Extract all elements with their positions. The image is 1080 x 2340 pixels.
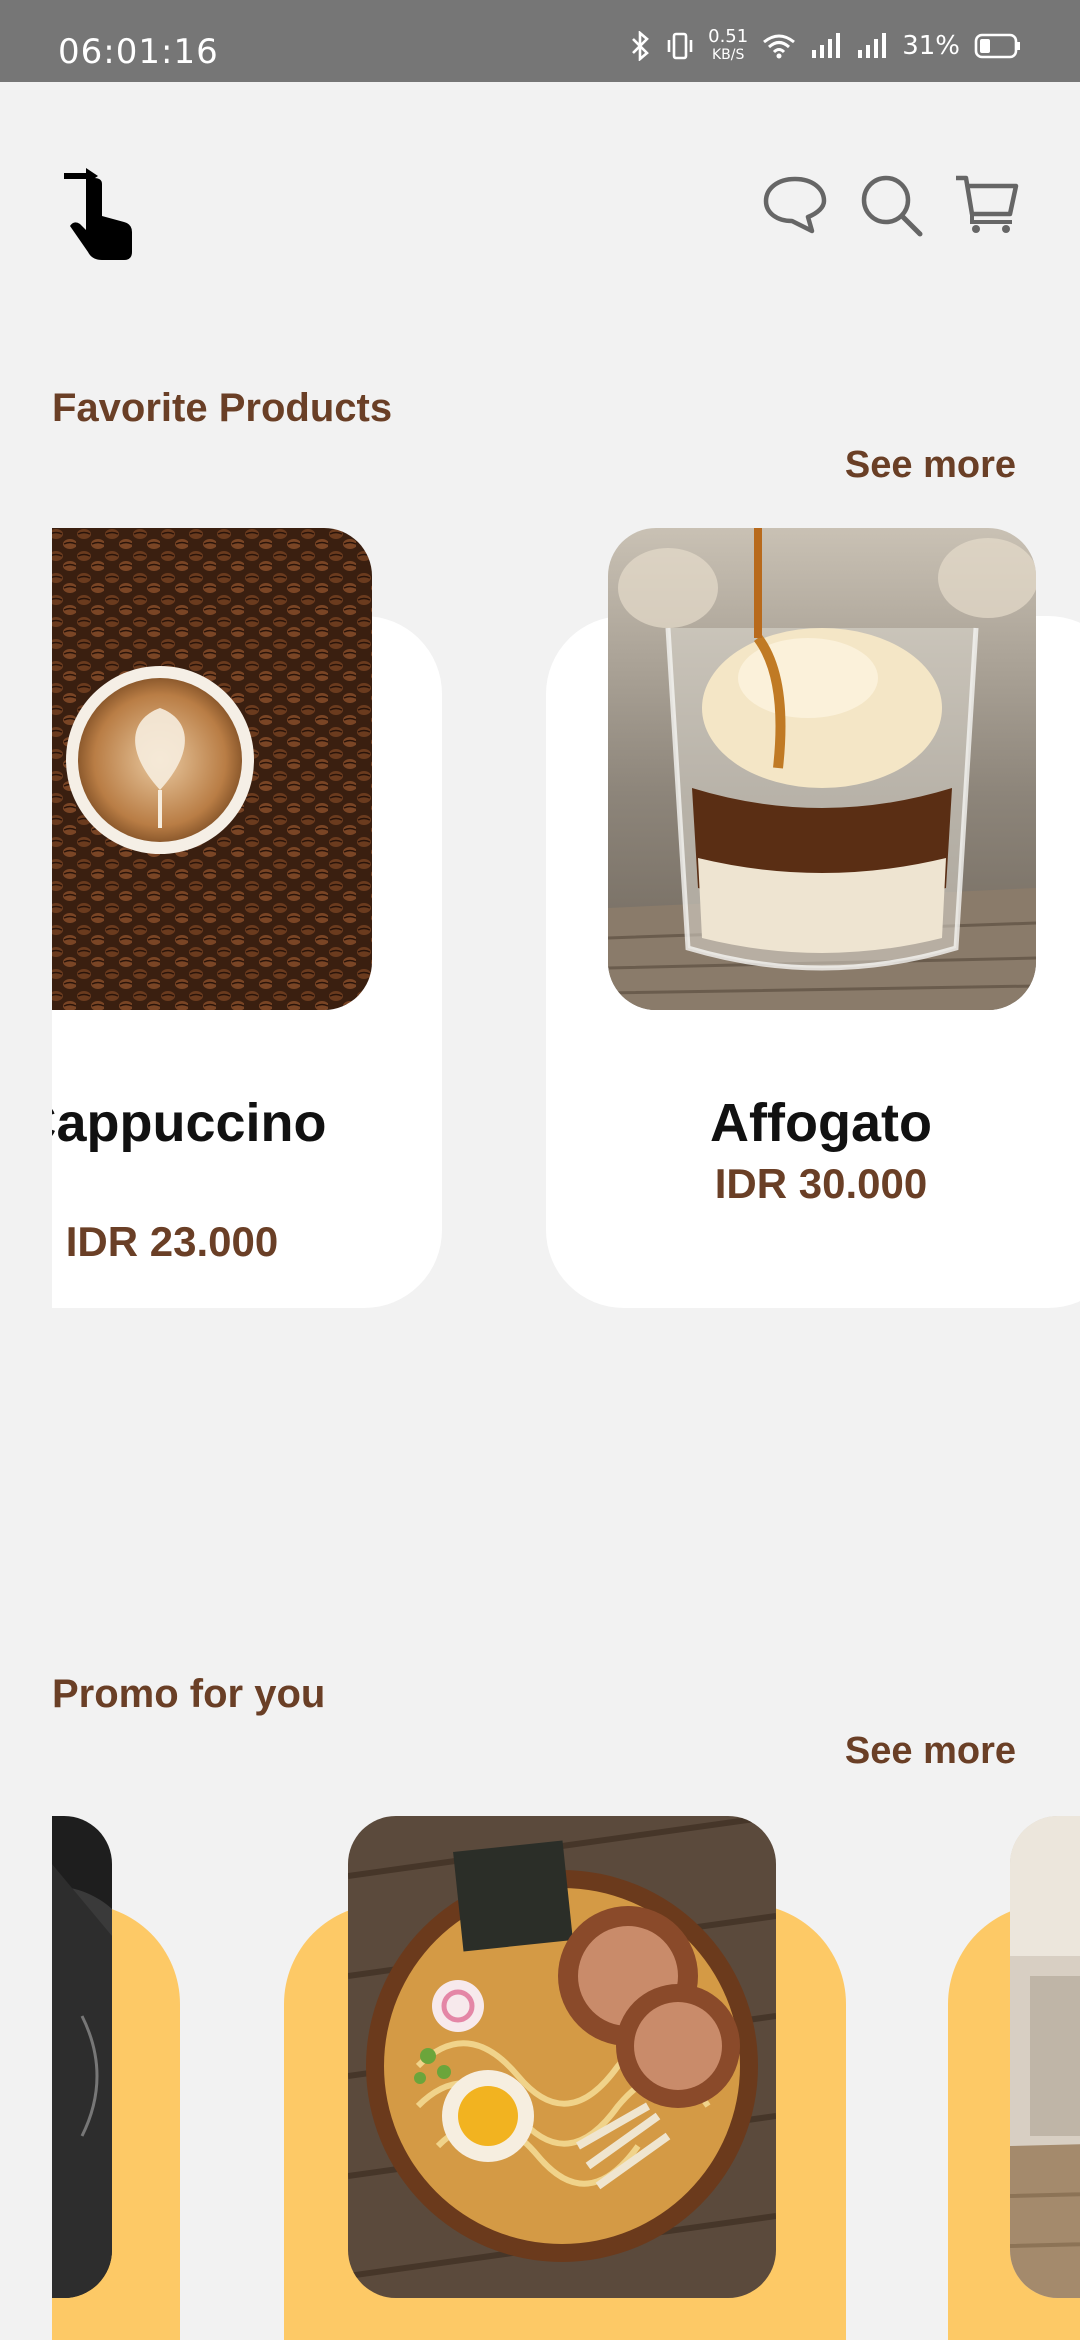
promo-carousel[interactable] — [52, 1816, 1080, 2340]
affogato-image — [608, 528, 1036, 1010]
search-button[interactable] — [858, 172, 924, 238]
promo-image — [1010, 1816, 1080, 2298]
cart-button[interactable] — [954, 172, 1020, 238]
promo-image — [348, 1816, 776, 2298]
network-speed: 0.51 KB/S — [708, 26, 749, 64]
vibrate-icon — [667, 32, 693, 60]
promo-photo — [52, 1816, 112, 2298]
battery-icon — [974, 33, 1020, 59]
product-price: IDR 23.000 — [65, 1218, 279, 1265]
cappuccino-photo — [52, 528, 372, 1010]
favorite-see-more-link[interactable]: See more — [845, 444, 1016, 487]
favorite-products-carousel[interactable]: Cappuccino IDR 23.000 — [52, 528, 1080, 1308]
promo-image — [52, 1816, 112, 2298]
wifi-icon — [763, 34, 796, 59]
cart-icon — [956, 175, 1019, 233]
status-icons: 0.51 KB/S 31% — [630, 28, 1022, 64]
status-bar: 06:01:16 0.51 KB/S 31% — [0, 0, 1080, 82]
ramen-photo — [348, 1816, 776, 2298]
search-icon — [861, 175, 923, 237]
favorite-products-title: Favorite Products — [52, 386, 393, 430]
affogato-photo — [608, 528, 1036, 1010]
app-bar-actions — [762, 172, 1020, 238]
product-price: IDR 30.000 — [714, 1160, 928, 1207]
promo-photo — [1010, 1816, 1080, 2298]
status-time: 06:01:16 — [58, 32, 219, 72]
promo-see-more-link[interactable]: See more — [845, 1730, 1016, 1773]
chat-icon — [763, 176, 827, 234]
signal-icon — [812, 33, 841, 58]
cappuccino-image — [52, 528, 372, 1010]
chat-button[interactable] — [762, 172, 828, 238]
promo-title: Promo for you — [52, 1672, 326, 1716]
product-name: Cappuccino — [52, 1093, 327, 1153]
app-logo[interactable] — [58, 160, 138, 264]
signal-icon — [858, 33, 887, 58]
battery-percent: 31% — [902, 31, 960, 61]
bluetooth-icon — [632, 31, 650, 61]
product-name: Affogato — [710, 1093, 932, 1153]
tap-pointer-icon — [64, 168, 132, 260]
